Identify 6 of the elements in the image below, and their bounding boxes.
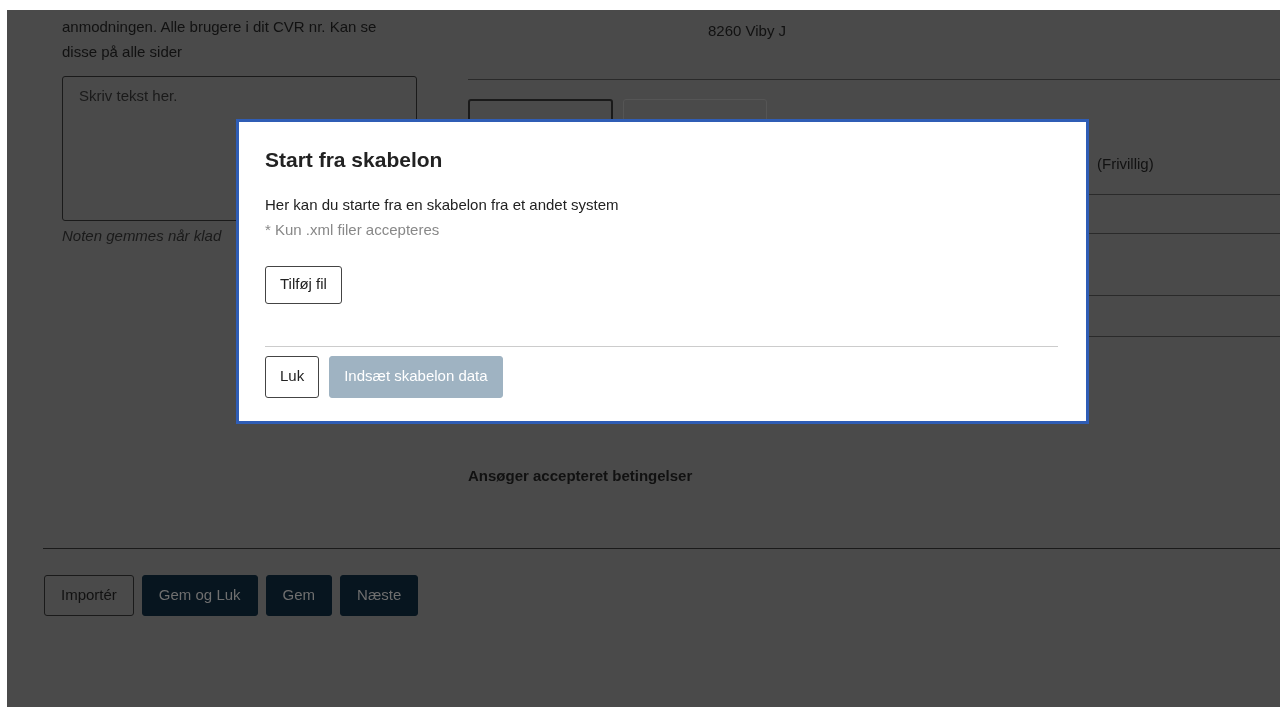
address-text: 8260 Viby J	[708, 21, 787, 41]
terms-label: Ansøger accepteret betingelser	[468, 467, 693, 484]
optional-label: (Frivillig)	[1097, 154, 1154, 175]
dialog-hint: * Kun .xml filer accepteres	[265, 220, 441, 240]
dialog-title: Start fra skabelon	[265, 147, 444, 173]
dialog-description: Her kan du starte fra en skabelon fra et andet system	[265, 194, 620, 215]
